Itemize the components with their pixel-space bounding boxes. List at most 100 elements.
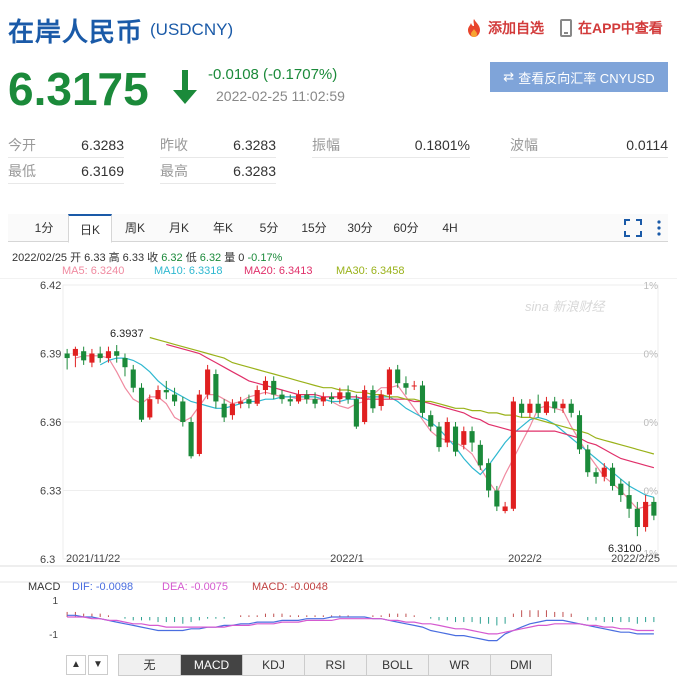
candle-body (626, 495, 632, 509)
zoom-up-button[interactable]: ▲ (66, 655, 86, 675)
candle (188, 417, 194, 459)
tab-yearly[interactable]: 年K (202, 214, 244, 242)
candle-body (130, 369, 136, 388)
quote-stats: 今开 6.3283 昨收 6.3283 振幅 0.1801% 波幅 0.0114… (8, 132, 668, 184)
candle-body (486, 463, 492, 491)
period-tabs: 1分 日K 周K 月K 年K 5分 15分 30分 60分 4H (8, 214, 668, 243)
stat-amplitude: 振幅 0.1801% (312, 132, 470, 158)
y-tick-label: 6.36 (40, 417, 61, 429)
tab-30min[interactable]: 30分 (338, 214, 382, 242)
candle-body (618, 483, 624, 496)
tab-60min[interactable]: 60分 (384, 214, 428, 242)
zoom-down-button[interactable]: ▼ (88, 655, 108, 675)
candle-body (138, 387, 145, 420)
min-price-label: 6.3100 (608, 543, 642, 555)
watermark: sina 新浪财经 (525, 299, 606, 314)
ma10-label: MA10: 6.3318 (154, 265, 223, 277)
more-vertical-icon[interactable] (656, 219, 662, 237)
candle-body (411, 385, 417, 387)
candle (122, 353, 128, 377)
reverse-rate-label: 查看反向汇率 CNYUSD (518, 70, 655, 86)
kline-chart[interactable]: sina 新浪财经 6.426.396.366.336.3 1%0%0%0%-1… (0, 278, 677, 652)
y-tick-label: 6.3 (40, 554, 55, 566)
ma20-label: MA20: 6.3413 (244, 265, 313, 277)
candle (502, 501, 508, 514)
candle-body (519, 403, 525, 413)
last-price: 6.3175 (8, 63, 149, 115)
candle-body (552, 401, 558, 409)
candle-body (262, 380, 269, 391)
quote-timestamp: 2022-02-25 11:02:59 (216, 88, 345, 104)
pct-tick-label: 0% (644, 418, 659, 429)
candle (543, 396, 549, 416)
candle-body (172, 394, 178, 402)
candle-body (436, 426, 442, 448)
pct-tick-label: 0% (644, 350, 659, 361)
indicator-none[interactable]: 无 (118, 654, 180, 676)
candle-body (386, 369, 392, 395)
tab-4h[interactable]: 4H (430, 214, 470, 242)
candle (353, 394, 359, 429)
candle (519, 399, 525, 418)
macd-dif-label: DIF: -0.0098 (72, 581, 133, 593)
candle-body (403, 383, 409, 388)
tab-weekly[interactable]: 周K (114, 214, 156, 242)
candle (304, 390, 310, 404)
candle-body (593, 472, 599, 477)
candle (386, 367, 392, 400)
candle-body (643, 501, 649, 528)
indicator-macd[interactable]: MACD (180, 654, 242, 676)
header: 在岸人民币 (USDCNY) 添加自选 在APP中查看 (0, 0, 677, 58)
candle (205, 364, 211, 400)
indicator-rsi[interactable]: RSI (304, 654, 366, 676)
ma10-line (99, 357, 655, 498)
indicator-kdj[interactable]: KDJ (242, 654, 304, 676)
candle (271, 376, 277, 400)
tab-15min[interactable]: 15分 (292, 214, 336, 242)
tab-5min[interactable]: 5分 (248, 214, 290, 242)
candle-body (163, 390, 169, 393)
open-app-button[interactable]: 在APP中查看 (560, 18, 663, 38)
candle-body (560, 403, 566, 409)
add-watchlist-button[interactable]: 添加自选 (464, 18, 544, 38)
candle (155, 385, 161, 404)
candle (238, 396, 244, 409)
candle (196, 390, 202, 457)
y-tick-label: 6.42 (40, 280, 61, 292)
stat-prev-close: 昨收 6.3283 (160, 132, 276, 158)
tab-1min[interactable]: 1分 (22, 214, 66, 242)
reverse-rate-button[interactable]: ⇄ 查看反向汇率 CNYUSD (490, 62, 668, 92)
candle (262, 376, 269, 395)
candle-body (320, 396, 326, 402)
max-price-label: 6.3937 (110, 328, 144, 340)
candle-body (97, 353, 103, 359)
candle (81, 346, 87, 365)
fullscreen-icon[interactable] (624, 219, 642, 237)
indicator-wr[interactable]: WR (428, 654, 490, 676)
candle (403, 376, 409, 395)
candle (510, 396, 516, 512)
candle (97, 346, 103, 363)
candle (295, 390, 302, 404)
candle (345, 385, 351, 404)
candle (378, 390, 384, 411)
candle-body (337, 392, 343, 400)
candle (593, 467, 599, 484)
candle-body (238, 401, 244, 404)
macd-tick-label: -1 (49, 630, 58, 641)
indicator-dmi[interactable]: DMI (490, 654, 552, 676)
tab-daily[interactable]: 日K (68, 214, 112, 243)
candle (585, 444, 591, 477)
candle (527, 399, 533, 418)
stat-low: 最低 6.3169 (8, 158, 124, 184)
x-tick-label: 2022/2 (508, 553, 542, 565)
indicator-boll[interactable]: BOLL (366, 654, 428, 676)
candle-body (568, 403, 574, 413)
tab-monthly[interactable]: 月K (158, 214, 200, 242)
phone-icon (560, 19, 572, 37)
candle-body (378, 394, 384, 407)
candle-body (271, 380, 277, 395)
candle-body (651, 501, 657, 516)
candle-body (213, 374, 219, 402)
candle (172, 387, 178, 407)
